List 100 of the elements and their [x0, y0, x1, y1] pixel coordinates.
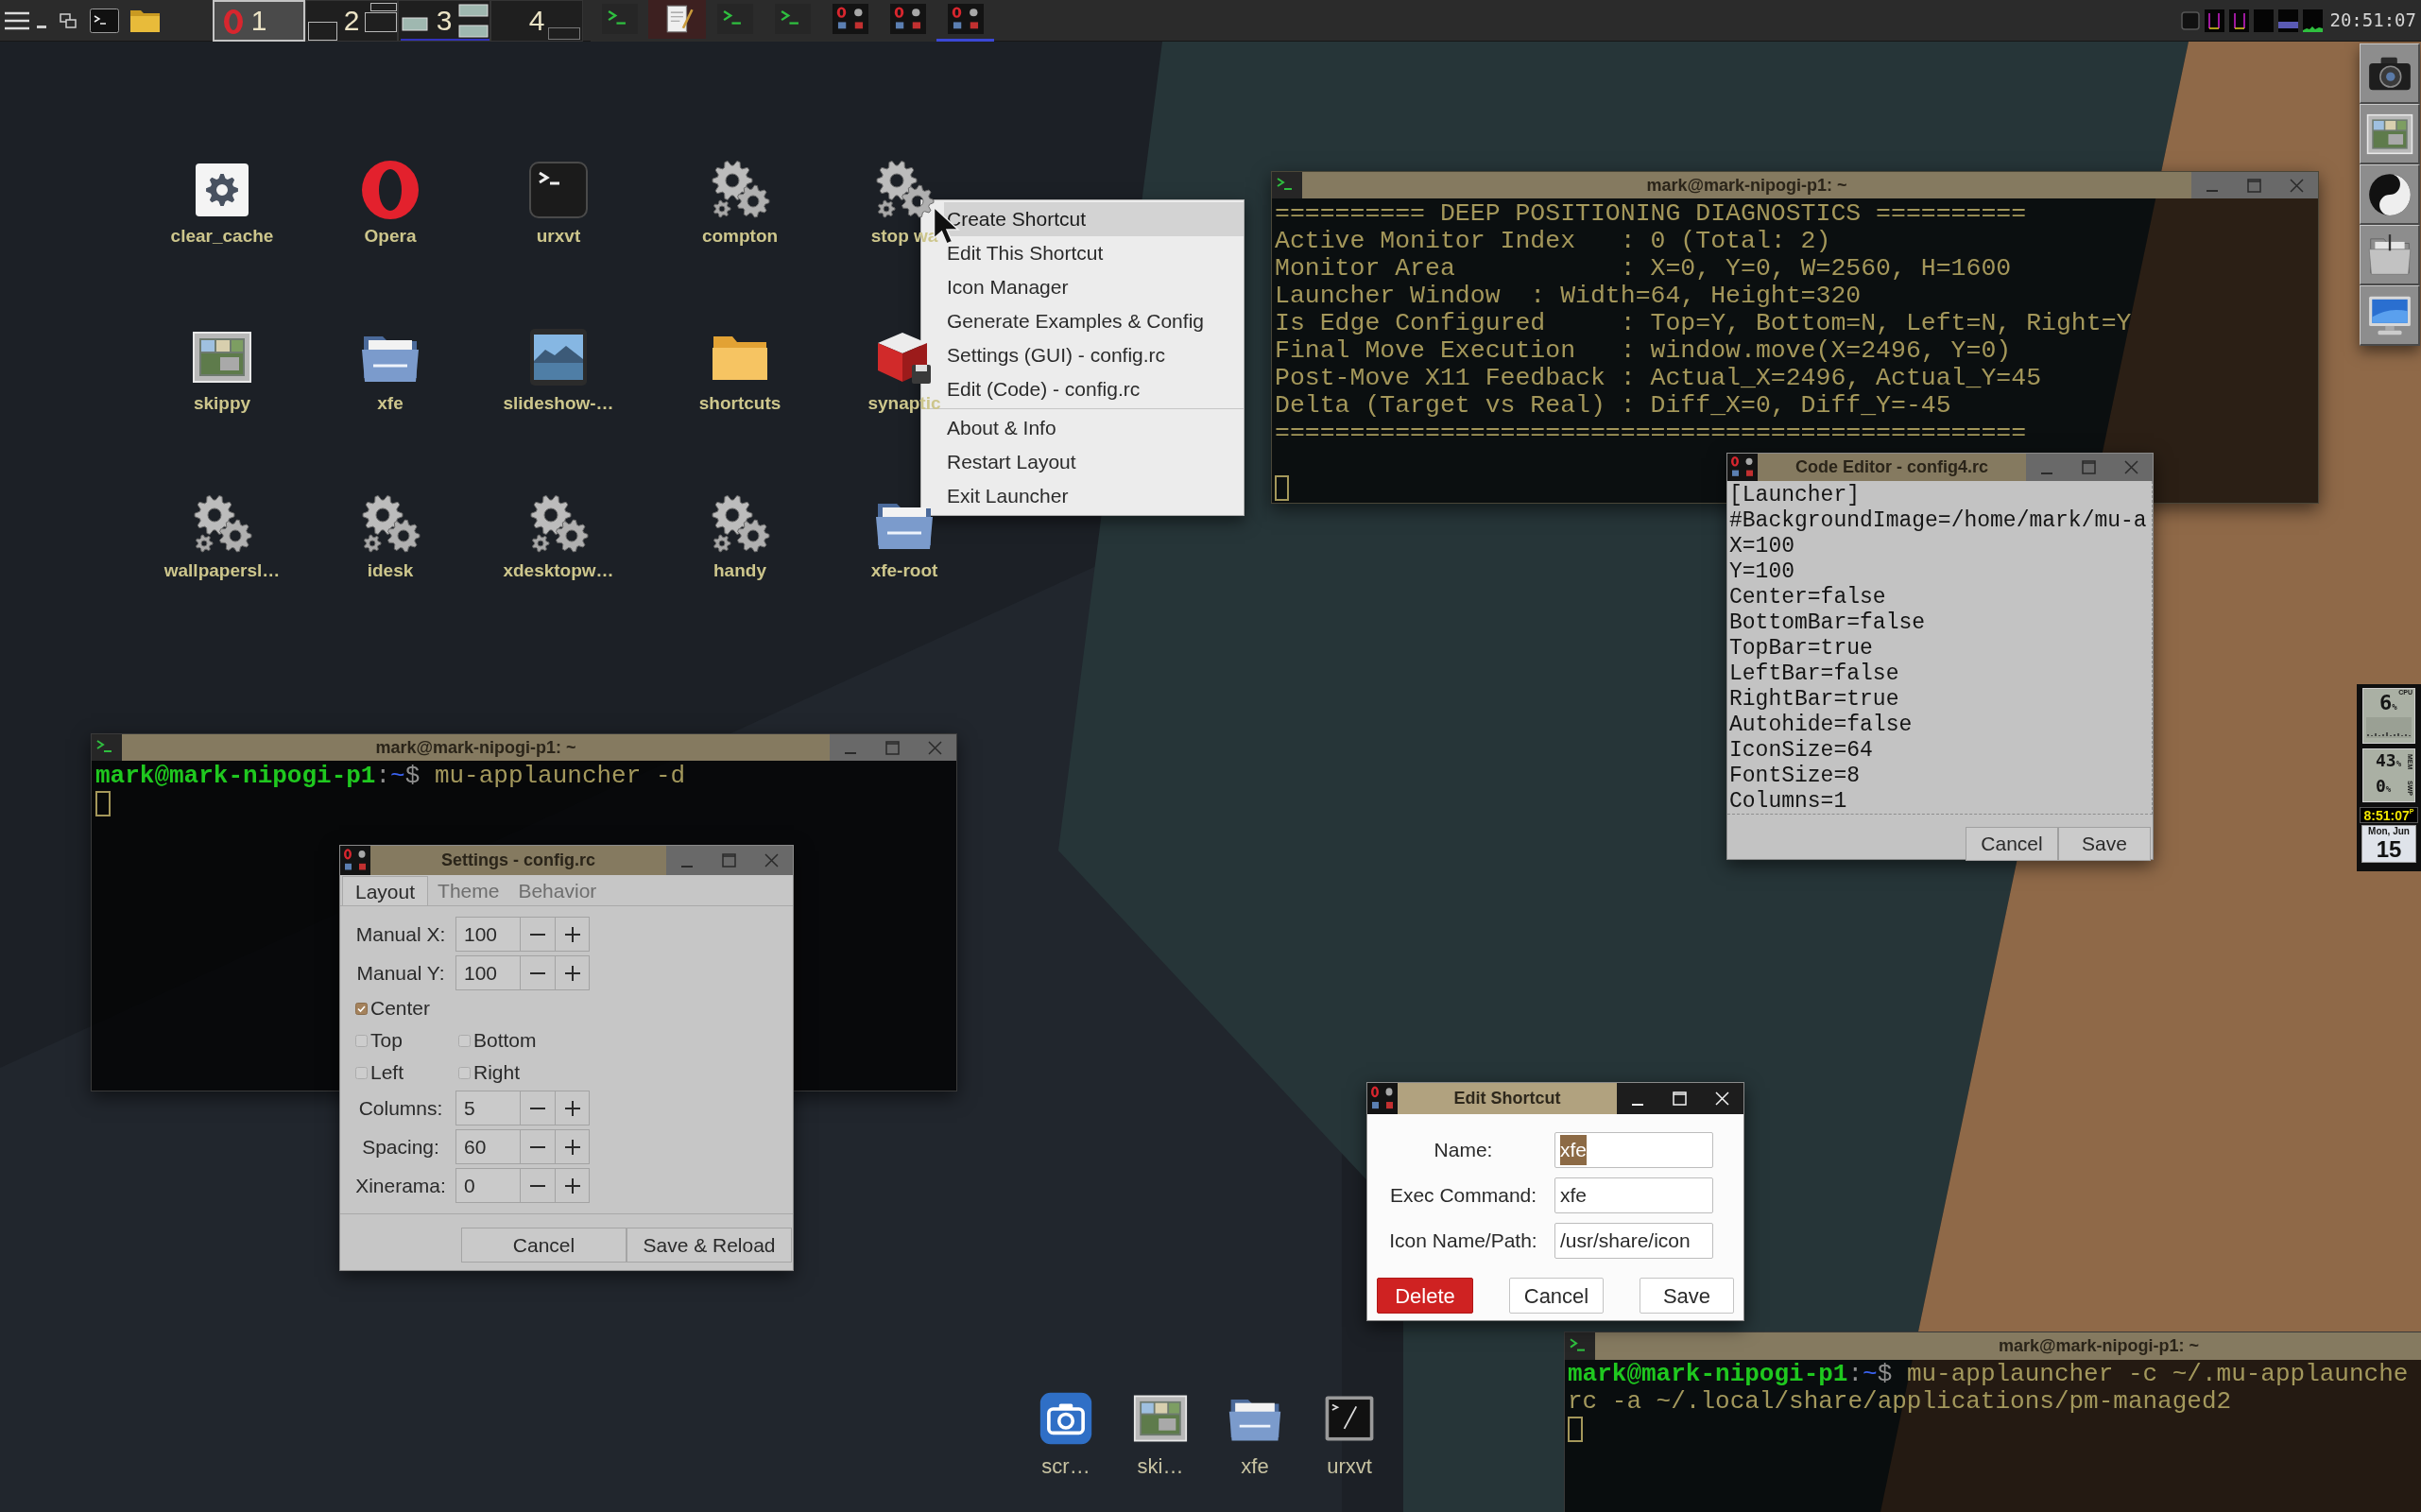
icon-label[interactable]: slideshow-…: [503, 392, 614, 415]
icon-label[interactable]: xdesktopw…: [503, 559, 614, 582]
menu-icon[interactable]: [4, 9, 30, 31]
gears-icon[interactable]: [710, 494, 770, 555]
workspace-button[interactable]: 3: [398, 0, 490, 42]
increment-button[interactable]: [556, 1091, 590, 1125]
terminal-icon[interactable]: [528, 160, 589, 220]
icon-label[interactable]: wallpapersl…: [163, 559, 281, 582]
workspace-button[interactable]: 2: [305, 0, 398, 42]
number-field[interactable]: 5: [455, 1091, 521, 1125]
checkbox[interactable]: [458, 1034, 471, 1047]
menu-item[interactable]: Icon Manager: [944, 270, 1244, 304]
task-button[interactable]: [648, 0, 706, 42]
checkbox[interactable]: [355, 1034, 368, 1047]
dock-label[interactable]: xfe: [1241, 1454, 1269, 1479]
terminal-line: Active Monitor Index : 0 (Total: 2): [1275, 228, 1831, 255]
dialog-button[interactable]: Save: [1640, 1278, 1734, 1314]
dock-label[interactable]: urxvt: [1327, 1454, 1372, 1479]
checkbox[interactable]: [355, 1066, 368, 1079]
menu-item[interactable]: Edit (Code) - config.rc: [944, 372, 1244, 406]
number-field[interactable]: 60: [455, 1129, 521, 1164]
icon-label[interactable]: idesk: [367, 559, 414, 582]
icon-label[interactable]: skippy: [193, 392, 251, 415]
code-line: BottomBar=false: [1729, 610, 1926, 636]
checkbox[interactable]: [458, 1066, 471, 1079]
menu-item[interactable]: Settings (GUI) - config.rc: [944, 338, 1244, 372]
decrement-button[interactable]: [521, 1129, 556, 1164]
calendar-day: 15: [2376, 837, 2402, 862]
number-field[interactable]: 0: [455, 1168, 521, 1203]
icon-label[interactable]: xfe-root: [870, 559, 938, 582]
gears-icon[interactable]: [192, 494, 252, 555]
clock-time: 8:51:07: [2363, 808, 2410, 823]
menu-item[interactable]: Exit Launcher: [944, 479, 1244, 513]
gears-icon[interactable]: [360, 494, 421, 555]
window-title: mark@mark-nipogi-p1: ~: [375, 736, 576, 759]
dock-button[interactable]: [2360, 285, 2420, 346]
dialog-button[interactable]: Cancel: [1509, 1278, 1604, 1314]
number-field[interactable]: 100: [455, 955, 521, 990]
decrement-button[interactable]: [521, 1168, 556, 1203]
icon-label[interactable]: handy: [713, 559, 766, 582]
landscape-picture-icon[interactable]: [528, 327, 589, 387]
icon-label[interactable]: urxvt: [536, 225, 581, 248]
gears-icon[interactable]: [874, 160, 935, 220]
dock-label[interactable]: ski…: [1137, 1454, 1184, 1479]
field-label: Xinerama:: [355, 1173, 446, 1198]
code-text-area[interactable]: [Launcher] #BackgroundImage=/home/mark/mu-a X=100 Y=100 Center=false BottomBar=false TopBar=true LeftBar=false RightBar=true Autohide=false IconSize=64 FontSize=8 Columns=1: [1727, 481, 2153, 815]
menu-item[interactable]: Generate Examples & Config: [944, 304, 1244, 338]
increment-button[interactable]: [556, 1168, 590, 1203]
gears-icon[interactable]: [710, 160, 770, 220]
menu-item[interactable]: Create Shortcut: [944, 202, 1244, 236]
icon-label[interactable]: compton: [701, 225, 779, 248]
minimize-icon: [2206, 190, 2219, 192]
close-button[interactable]: [1713, 1090, 1731, 1108]
icon-label[interactable]: Opera: [364, 225, 417, 248]
cpu-graph-icon[interactable]: [2205, 9, 2225, 32]
menu-item[interactable]: Restart Layout: [944, 445, 1244, 479]
increment-button[interactable]: [556, 1129, 590, 1164]
dialog-button[interactable]: Save: [2058, 827, 2151, 861]
terminal-line: Final Move Execution : window.move(X=2496, Y=0): [1275, 337, 2012, 365]
gears-icon[interactable]: [528, 494, 589, 555]
text-field[interactable]: xfe: [1554, 1132, 1713, 1168]
close-icon: [928, 740, 943, 755]
folder-icon[interactable]: [129, 8, 161, 33]
checkbox[interactable]: [355, 1002, 368, 1015]
workspace-button[interactable]: 4: [490, 0, 583, 42]
dialog-button[interactable]: Save & Reload: [627, 1228, 792, 1263]
text-field[interactable]: xfe: [1554, 1177, 1713, 1213]
plus-icon: [564, 1139, 580, 1155]
maximize-button[interactable]: [1672, 1090, 1689, 1108]
dock-button[interactable]: [2360, 164, 2420, 225]
dock-button[interactable]: [2360, 104, 2420, 164]
icon-label[interactable]: clear_cache: [170, 225, 274, 248]
network-graph-icon[interactable]: [2303, 9, 2324, 32]
tab[interactable]: Layout: [342, 876, 429, 905]
decrement-button[interactable]: [521, 917, 556, 952]
decrement-button[interactable]: [521, 955, 556, 990]
code-line: Center=false: [1729, 585, 1886, 610]
icon-label[interactable]: shortcuts: [698, 392, 781, 415]
dock-button[interactable]: [2360, 225, 2420, 285]
terminal-line: mark@mark-nipogi-p1:~$ mu-applauncher -c ~/.mu-applaunche: [1568, 1361, 2409, 1388]
menu-item[interactable]: Edit This Shortcut: [944, 236, 1244, 270]
dialog-button[interactable]: Delete: [1377, 1278, 1473, 1314]
text-field[interactable]: /usr/share/icon: [1554, 1223, 1713, 1259]
number-field[interactable]: 100: [455, 917, 521, 952]
dock-label[interactable]: scr…: [1041, 1454, 1090, 1479]
menu-item[interactable]: About & Info: [944, 411, 1244, 445]
dock-button[interactable]: [2360, 43, 2420, 104]
increment-button[interactable]: [556, 955, 590, 990]
terminal-icon[interactable]: [90, 8, 119, 33]
decrement-button[interactable]: [521, 1091, 556, 1125]
windows-icon[interactable]: [60, 12, 77, 28]
cpu-graph-icon[interactable]: [2229, 9, 2250, 32]
workspace-button[interactable]: 1: [213, 0, 305, 42]
dialog-button[interactable]: Cancel: [1966, 827, 2058, 861]
icon-label[interactable]: xfe: [377, 392, 404, 415]
terminal-icon: [1272, 172, 1302, 198]
dialog-button[interactable]: Cancel: [461, 1228, 627, 1263]
level-meter-icon[interactable]: [2278, 9, 2299, 32]
increment-button[interactable]: [556, 917, 590, 952]
code-line: FontSize=8: [1729, 764, 1861, 789]
